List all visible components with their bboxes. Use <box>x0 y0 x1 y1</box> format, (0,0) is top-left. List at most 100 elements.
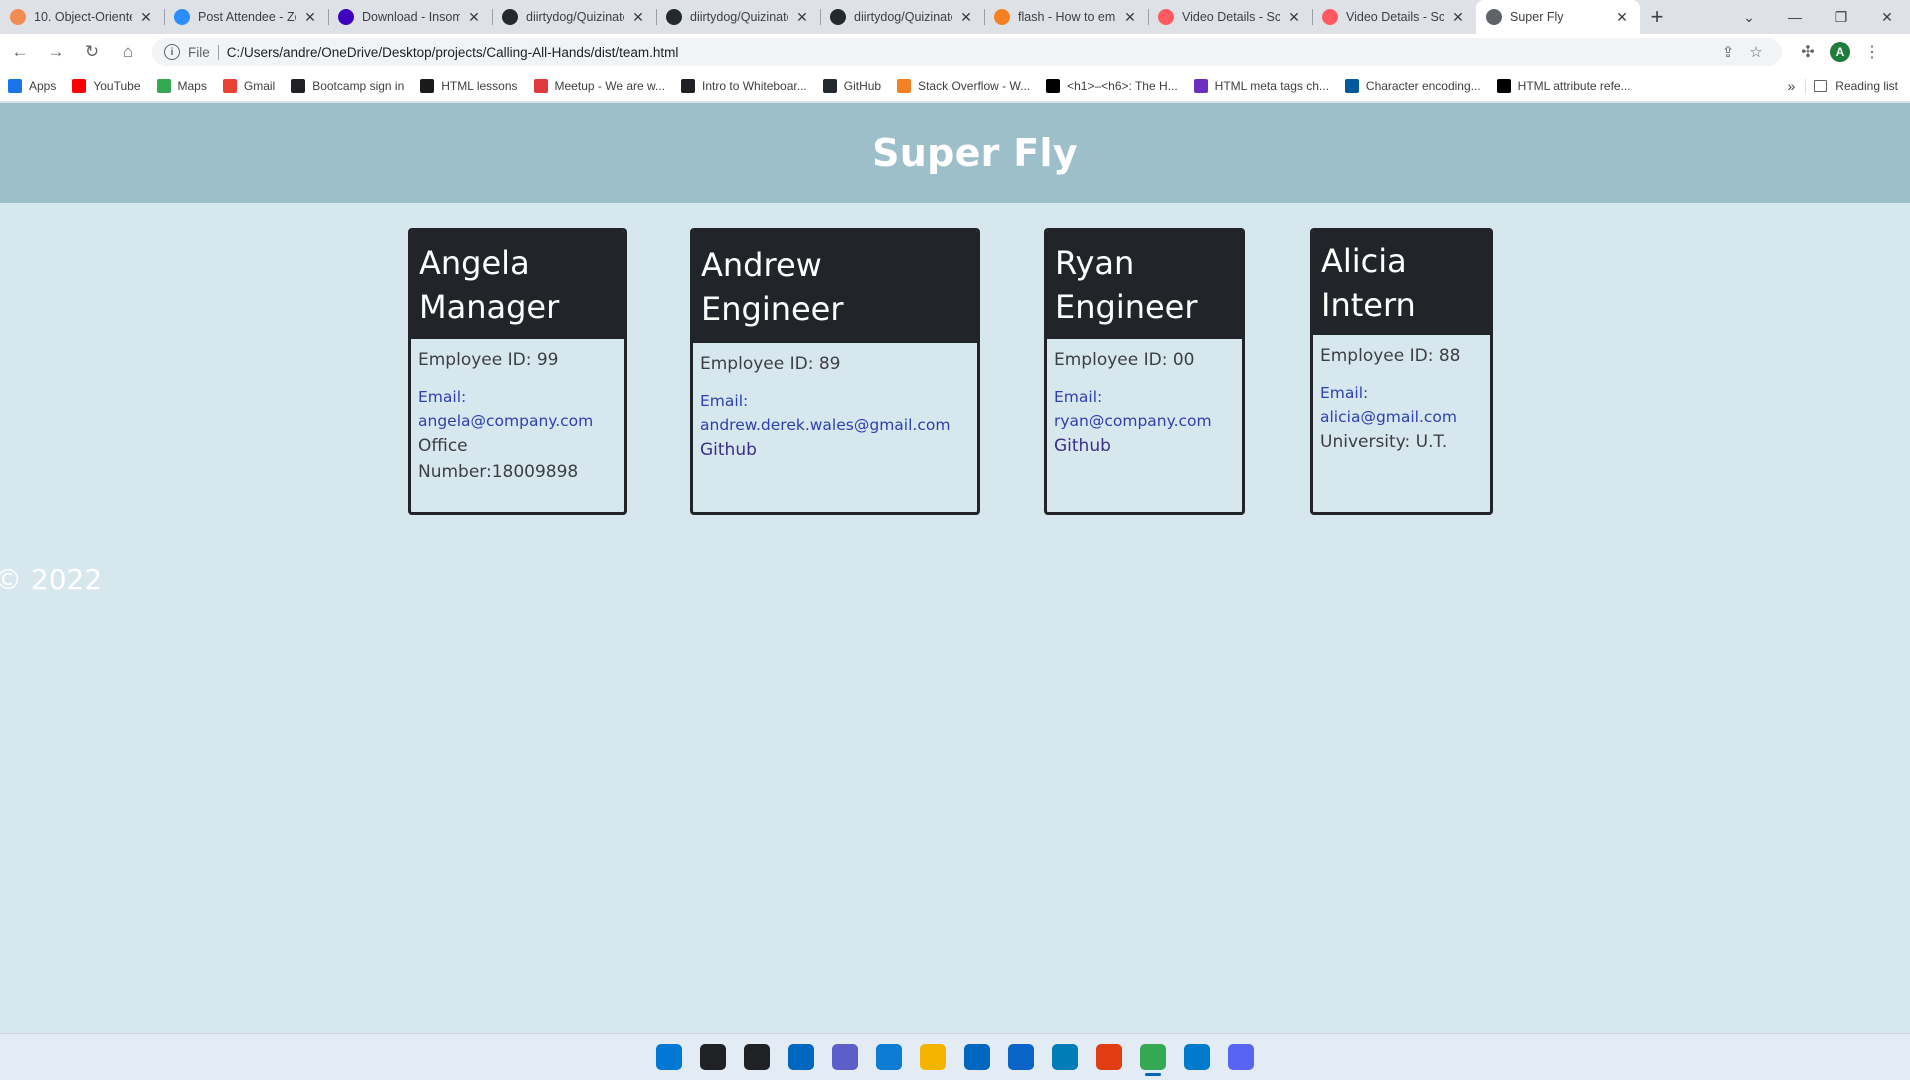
bookmark-item[interactable]: YouTube <box>64 72 148 100</box>
extensions-icon[interactable]: ✣ <box>1792 36 1824 68</box>
close-tab-icon[interactable]: ✕ <box>794 9 810 26</box>
browser-tab[interactable]: flash - How to embed ✕ <box>984 0 1148 34</box>
browser-tab[interactable]: Post Attendee - Zoom ✕ <box>164 0 328 34</box>
taskbar-app[interactable] <box>779 1037 823 1077</box>
github-icon <box>830 9 846 25</box>
back-button[interactable]: ← <box>4 36 36 68</box>
taskbar <box>0 1033 1910 1080</box>
taskbar-app[interactable] <box>1043 1037 1087 1077</box>
tab-title: diirtydog/Quizinator <box>854 10 952 24</box>
bookmarks-more-button[interactable]: » <box>1778 78 1806 94</box>
close-tab-icon[interactable]: ✕ <box>466 9 482 26</box>
bookmark-item[interactable]: HTML meta tags ch... <box>1186 72 1337 100</box>
taskbar-app[interactable] <box>1131 1037 1175 1077</box>
bookmark-item[interactable]: Meetup - We are w... <box>526 72 674 100</box>
tab-title: Super Fly <box>1510 10 1564 24</box>
apps-grid-icon <box>8 78 22 93</box>
email-label[interactable]: Email: <box>1320 381 1483 405</box>
bookmark-item[interactable]: Gmail <box>215 72 283 100</box>
email-link[interactable]: andrew.derek.wales@gmail.com <box>700 413 970 437</box>
close-tab-icon[interactable]: ✕ <box>1450 9 1466 26</box>
windows-start-icon <box>656 1044 682 1070</box>
browser-tab[interactable]: diirtydog/Quizinator ✕ <box>820 0 984 34</box>
browser-tab[interactable]: Video Details - Screencastify ✕ <box>1312 0 1476 34</box>
address-bar[interactable]: i File C:/Users/andre/OneDrive/Desktop/p… <box>152 38 1782 66</box>
bookmark-label: GitHub <box>843 78 882 93</box>
close-tab-icon[interactable]: ✕ <box>138 9 154 26</box>
tab-search-button[interactable]: ⌄ <box>1726 0 1772 34</box>
card-header: Angela Manager <box>411 231 624 339</box>
taskbar-app[interactable] <box>1175 1037 1219 1077</box>
bookmark-item[interactable]: GitHub <box>815 72 889 100</box>
bookmark-item[interactable]: Character encoding... <box>1337 72 1489 100</box>
email-link[interactable]: angela@company.com <box>418 409 617 433</box>
bookmark-item[interactable]: Maps <box>149 72 215 100</box>
taskbar-app[interactable] <box>867 1037 911 1077</box>
taskbar-app[interactable] <box>823 1037 867 1077</box>
close-tab-icon[interactable]: ✕ <box>958 9 974 26</box>
browser-tab[interactable]: diirtydog/Quizinator ✕ <box>492 0 656 34</box>
employee-role: Intern <box>1321 286 1416 324</box>
browser-tab[interactable]: 10. Object-Oriented ✕ <box>0 0 164 34</box>
browser-tab[interactable]: diirtydog/Quizinator ✕ <box>656 0 820 34</box>
taskbar-app[interactable] <box>999 1037 1043 1077</box>
github-icon <box>822 78 837 93</box>
bookmark-item[interactable]: Apps <box>0 72 64 100</box>
taskbar-app[interactable] <box>1219 1037 1263 1077</box>
bookmark-item[interactable]: HTML lessons <box>412 72 525 100</box>
browser-tab[interactable]: Super Fly ✕ <box>1476 0 1640 34</box>
close-tab-icon[interactable]: ✕ <box>1122 9 1138 26</box>
forward-button[interactable]: → <box>40 36 72 68</box>
bookmark-label: HTML lessons <box>441 78 518 93</box>
bookmark-star-icon[interactable]: ☆ <box>1742 43 1770 61</box>
taskbar-app[interactable] <box>735 1037 779 1077</box>
email-link[interactable]: alicia@gmail.com <box>1320 405 1483 429</box>
close-tab-icon[interactable]: ✕ <box>1286 9 1302 26</box>
globe-icon <box>1486 9 1502 25</box>
close-tab-icon[interactable]: ✕ <box>1614 9 1630 26</box>
bookmark-item[interactable]: Stack Overflow - W... <box>889 72 1038 100</box>
close-window-button[interactable]: ✕ <box>1864 0 1910 34</box>
minimize-button[interactable]: — <box>1772 0 1818 34</box>
close-tab-icon[interactable]: ✕ <box>630 9 646 26</box>
taskbar-app[interactable] <box>647 1037 691 1077</box>
taskbar-app[interactable] <box>955 1037 999 1077</box>
bookmark-item[interactable]: Intro to Whiteboar... <box>673 72 815 100</box>
url-text[interactable]: C:/Users/andre/OneDrive/Desktop/projects… <box>227 45 1714 60</box>
taskbar-app[interactable] <box>1087 1037 1131 1077</box>
menu-kebab-icon[interactable]: ⋮ <box>1856 36 1888 68</box>
page-title: Super Fly <box>872 131 1078 175</box>
email-link[interactable]: ryan@company.com <box>1054 409 1235 433</box>
home-button[interactable]: ⌂ <box>112 36 144 68</box>
github-link[interactable]: Github <box>1054 433 1235 459</box>
stackoverflow-icon <box>897 78 912 93</box>
email-label[interactable]: Email: <box>700 389 970 413</box>
taskbar-app[interactable] <box>911 1037 955 1077</box>
browser-tab[interactable]: Video Details - Screencastify ✕ <box>1148 0 1312 34</box>
reading-list-button[interactable]: Reading list <box>1805 78 1910 93</box>
restore-button[interactable]: ❐ <box>1818 0 1864 34</box>
browser-toolbar: ← → ↻ ⌂ i File C:/Users/andre/OneDrive/D… <box>0 34 1910 70</box>
tab-title: flash - How to embed <box>1018 10 1116 24</box>
book-icon <box>681 78 696 93</box>
insomnia-icon <box>338 9 354 25</box>
bookmark-item[interactable]: <h1>–<h6>: The H... <box>1038 72 1186 100</box>
close-tab-icon[interactable]: ✕ <box>302 9 318 26</box>
new-tab-button[interactable]: + <box>1640 0 1674 34</box>
bookmark-label: Stack Overflow - W... <box>918 78 1031 93</box>
url-scheme: File <box>188 44 219 60</box>
profile-button[interactable]: A <box>1824 36 1856 68</box>
reload-icon: ↻ <box>84 42 100 61</box>
reload-button[interactable]: ↻ <box>76 36 108 68</box>
bookmark-item[interactable]: Bootcamp sign in <box>283 72 412 100</box>
tab-list: 10. Object-Oriented✕Post Attendee - Zoom… <box>0 0 1640 34</box>
info-icon[interactable]: i <box>164 44 180 60</box>
email-label[interactable]: Email: <box>418 385 617 409</box>
browser-tab[interactable]: Download - Insomnia ✕ <box>328 0 492 34</box>
employee-card-alicia: Alicia Intern Employee ID: 88 Email: ali… <box>1310 228 1493 515</box>
email-label[interactable]: Email: <box>1054 385 1235 409</box>
taskbar-app[interactable] <box>691 1037 735 1077</box>
bookmark-item[interactable]: HTML attribute refe... <box>1489 72 1639 100</box>
share-icon[interactable]: ⇪ <box>1714 43 1742 61</box>
github-link[interactable]: Github <box>700 437 970 463</box>
